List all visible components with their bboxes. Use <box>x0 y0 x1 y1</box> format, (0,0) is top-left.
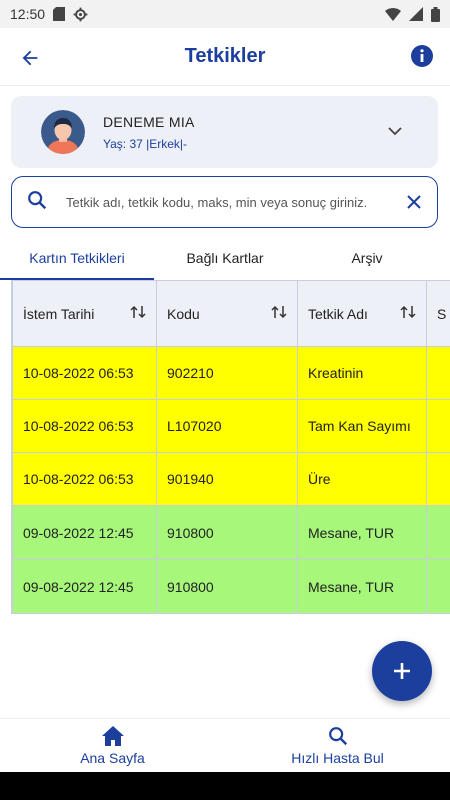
bottom-nav: Ana Sayfa Hızlı Hasta Bul <box>0 718 450 772</box>
sort-icon[interactable] <box>271 304 287 323</box>
search-input[interactable] <box>66 194 403 210</box>
table-row[interactable]: 10-08-2022 06:53 L107020 Tam Kan Sayımı <box>12 399 450 453</box>
page-title: Tetkikler <box>184 45 266 67</box>
battery-icon <box>431 6 440 22</box>
cell-date: 10-08-2022 06:53 <box>12 399 157 453</box>
tab-arsiv[interactable]: Arşiv <box>296 236 438 280</box>
nav-hizli-hasta-bul[interactable]: Hızlı Hasta Bul <box>225 719 450 772</box>
table-row[interactable]: 09-08-2022 12:45 910800 Mesane, TUR <box>12 559 450 614</box>
table-row[interactable]: 09-08-2022 12:45 910800 Mesane, TUR <box>12 505 450 560</box>
sort-icon[interactable] <box>400 304 416 323</box>
cell-date: 09-08-2022 12:45 <box>12 559 157 614</box>
plus-icon <box>394 663 410 679</box>
search-icon <box>26 189 48 216</box>
nav-ana-sayfa[interactable]: Ana Sayfa <box>0 719 225 772</box>
sort-icon[interactable] <box>130 304 146 323</box>
column-header-istem-tarihi[interactable]: İstem Tarihi <box>12 280 157 347</box>
cell-extra <box>426 346 450 400</box>
patient-card[interactable]: DENEME MIA Yaş: 37 |Erkek|- <box>11 96 438 168</box>
status-bar: 12:50 <box>0 0 450 28</box>
back-button[interactable] <box>16 44 44 72</box>
cell-date: 10-08-2022 06:53 <box>12 452 157 506</box>
column-header-tetkik-adi[interactable]: Tetkik Adı <box>297 280 427 347</box>
results-table: İstem Tarihi Kodu Tetkik Adı S 10-08-202… <box>11 280 450 614</box>
info-button[interactable] <box>410 44 436 70</box>
search-box <box>11 176 438 228</box>
add-button[interactable] <box>372 641 432 701</box>
cell-name: Kreatinin <box>297 346 427 400</box>
close-icon <box>407 195 421 209</box>
cell-extra <box>426 505 450 560</box>
home-icon <box>101 726 124 746</box>
signal-icon <box>409 7 423 21</box>
cell-extra <box>426 399 450 453</box>
cell-code: 910800 <box>156 505 298 560</box>
column-header-partial[interactable]: S <box>426 280 450 347</box>
nav-label: Ana Sayfa <box>80 750 145 766</box>
avatar <box>41 110 85 154</box>
cell-name: Mesane, TUR <box>297 505 427 560</box>
cell-code: 901940 <box>156 452 298 506</box>
status-time: 12:50 <box>10 6 46 22</box>
cell-date: 10-08-2022 06:53 <box>12 346 157 400</box>
cell-extra <box>426 452 450 506</box>
search-icon <box>328 727 347 746</box>
patient-meta: Yaş: 37 |Erkek|- <box>103 136 188 151</box>
nav-label: Hızlı Hasta Bul <box>291 750 384 766</box>
tab-kartin-tetkikleri[interactable]: Kartın Tetkikleri <box>0 236 154 280</box>
cell-code: 902210 <box>156 346 298 400</box>
patient-name: DENEME MIA <box>103 113 195 130</box>
table-row[interactable]: 10-08-2022 06:53 902210 Kreatinin <box>12 346 450 400</box>
system-navigation-bar <box>0 772 450 800</box>
cell-code: L107020 <box>156 399 298 453</box>
cell-name: Üre <box>297 452 427 506</box>
column-header-kodu[interactable]: Kodu <box>156 280 298 347</box>
cell-extra <box>426 559 450 614</box>
gear-icon <box>73 7 88 22</box>
tab-bar: Kartın Tetkikleri Bağlı Kartlar Arşiv <box>0 236 450 280</box>
cell-name: Mesane, TUR <box>297 559 427 614</box>
chevron-down-icon[interactable] <box>388 123 402 141</box>
tab-bagli-kartlar[interactable]: Bağlı Kartlar <box>154 236 296 280</box>
info-icon <box>411 45 433 67</box>
clear-search-button[interactable] <box>403 191 425 213</box>
cell-name: Tam Kan Sayımı <box>297 399 427 453</box>
wifi-icon <box>385 7 401 21</box>
table-row[interactable]: 10-08-2022 06:53 901940 Üre <box>12 452 450 506</box>
app-bar: Tetkikler <box>0 28 450 86</box>
cell-code: 910800 <box>156 559 298 614</box>
arrow-left-icon <box>22 50 38 66</box>
sd-card-icon <box>53 7 66 21</box>
cell-date: 09-08-2022 12:45 <box>12 505 157 560</box>
table-header-row: İstem Tarihi Kodu Tetkik Adı S <box>12 280 450 347</box>
